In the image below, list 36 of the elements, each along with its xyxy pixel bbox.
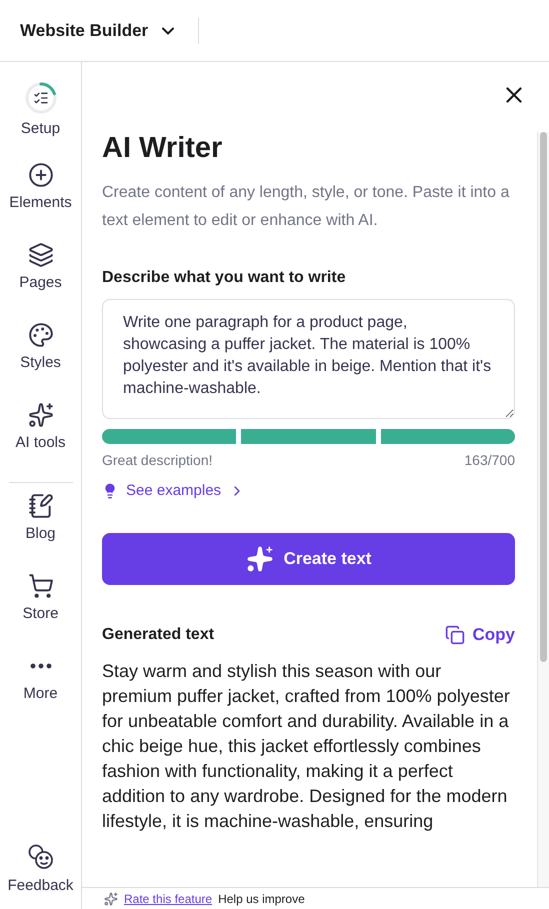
feedback-button[interactable]: Feedback <box>0 843 82 909</box>
panel-description: Create content of any length, style, or tone. Paste it into a text element to edit or enhance with AI. <box>102 183 510 231</box>
sparkles-icon <box>28 402 54 428</box>
cart-icon <box>28 573 54 599</box>
sidebar-item[interactable]: Pages <box>0 242 82 322</box>
character-count: 163/700 <box>464 452 515 468</box>
sidebar-item[interactable]: More <box>0 653 82 733</box>
sidebar-item[interactable]: Styles <box>0 322 82 402</box>
scrollbar[interactable] <box>537 132 549 887</box>
notepad-pen-icon <box>28 493 54 519</box>
rate-feature-link[interactable]: Rate this feature <box>124 892 212 906</box>
prompt-label: Describe what you want to write <box>102 269 347 287</box>
meter-label: Great description! <box>102 452 212 468</box>
sparkles-icon <box>104 892 118 906</box>
smiley-faces-icon <box>26 843 54 871</box>
sidebar-item[interactable]: Store <box>0 573 82 653</box>
sidebar-item[interactable]: AI tools <box>0 402 82 482</box>
panel-title: AI Writer <box>102 132 224 165</box>
sidebar-item[interactable]: Setup <box>0 82 82 162</box>
footer-text: Help us improve <box>218 892 305 906</box>
layers-icon <box>28 242 54 268</box>
plus-circle-icon <box>28 162 54 188</box>
sparkles-icon <box>246 545 274 573</box>
palette-icon <box>28 322 54 348</box>
generated-text-label: Generated text <box>102 626 214 644</box>
prompt-field[interactable]: Write one paragraph for a product page, showcasing a puffer jacket. The material is 100% polyester and it's available in beige. Mention that it's machine-washable. <box>102 299 515 419</box>
sidebar-item[interactable]: Blog <box>0 493 82 573</box>
more-icon <box>30 663 52 669</box>
site-menu-button[interactable]: Website Builder <box>20 18 200 44</box>
sidebar-item[interactable]: Elements <box>0 162 82 242</box>
see-examples-link[interactable]: See examples <box>102 482 515 499</box>
copy-icon <box>444 625 464 645</box>
setup-progress-icon <box>24 82 56 114</box>
copy-button[interactable]: Copy <box>444 625 515 645</box>
generated-text: Stay warm and stylish this season with our premium puffer jacket, crafted from 100% polyester for unbeatable comfort and durability. Available in a chic beige hue, this jacket effortlessly combines fashion with functionality, making it a perfect addition to any wardrobe. Designed for the modern lifestyle, it is machine-washable, ensuring <box>102 660 511 833</box>
create-text-button[interactable]: Create text <box>102 533 515 585</box>
